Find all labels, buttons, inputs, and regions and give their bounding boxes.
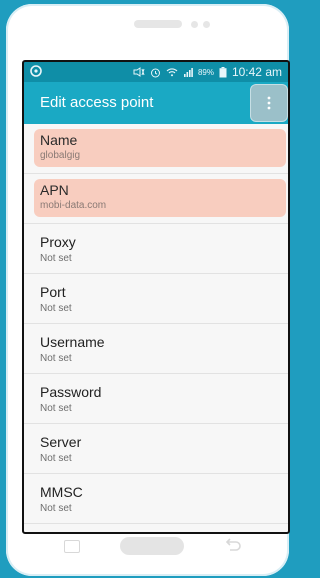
home-button[interactable]	[120, 537, 184, 555]
setting-value: Not set	[40, 453, 72, 464]
setting-row-password[interactable]: Password Not set	[24, 374, 288, 424]
phone-screen: 89% 10:42 am Edit access point Name glob…	[22, 60, 290, 534]
setting-label: Name	[40, 132, 78, 148]
setting-value: Not set	[40, 253, 72, 264]
overflow-menu-button[interactable]	[250, 84, 288, 122]
setting-label: Server	[40, 434, 82, 450]
phone-speaker	[134, 20, 182, 28]
setting-row-username[interactable]: Username Not set	[24, 324, 288, 374]
setting-label: APN	[40, 182, 69, 198]
setting-value: Not set	[40, 403, 72, 414]
setting-label: MMSC	[40, 484, 83, 500]
battery-icon	[219, 66, 227, 77]
apn-settings-list: Name globalgig APN mobi-data.com Proxy N…	[24, 124, 288, 532]
setting-row-mmsc[interactable]: MMSC Not set	[24, 474, 288, 524]
recent-apps-icon[interactable]	[64, 540, 80, 553]
wifi-icon	[166, 68, 178, 77]
setting-row-server[interactable]: Server Not set	[24, 424, 288, 474]
setting-value: globalgig	[40, 150, 81, 161]
setting-row-name[interactable]: Name globalgig	[24, 124, 288, 174]
setting-row-apn[interactable]: APN mobi-data.com	[24, 174, 288, 224]
setting-value: Not set	[40, 353, 72, 364]
overflow-menu-icon	[267, 96, 271, 110]
phone-sensor	[191, 21, 198, 28]
setting-value: mobi-data.com	[40, 200, 107, 211]
highlight-box	[34, 179, 286, 217]
setting-label: Port	[40, 284, 66, 300]
setting-row-proxy[interactable]: Proxy Not set	[24, 224, 288, 274]
page-title: Edit access point	[40, 94, 154, 111]
signal-icon	[183, 68, 193, 77]
status-bar: 89% 10:42 am	[24, 62, 288, 82]
phone-frame: 89% 10:42 am Edit access point Name glob…	[6, 4, 290, 576]
app-bar: Edit access point	[24, 82, 288, 124]
phone-camera	[203, 21, 210, 28]
setting-label: Proxy	[40, 234, 76, 250]
alarm-icon	[150, 68, 160, 77]
setting-row-port[interactable]: Port Not set	[24, 274, 288, 324]
app-notification-icon	[30, 65, 42, 77]
setting-label: Password	[40, 384, 102, 400]
clock: 10:42 am	[231, 65, 282, 79]
battery-percentage: 89%	[197, 67, 214, 77]
mute-icon	[133, 67, 145, 77]
back-icon[interactable]	[224, 538, 242, 554]
setting-value: Not set	[40, 503, 72, 514]
setting-label: Username	[40, 334, 105, 350]
setting-value: Not set	[40, 303, 72, 314]
